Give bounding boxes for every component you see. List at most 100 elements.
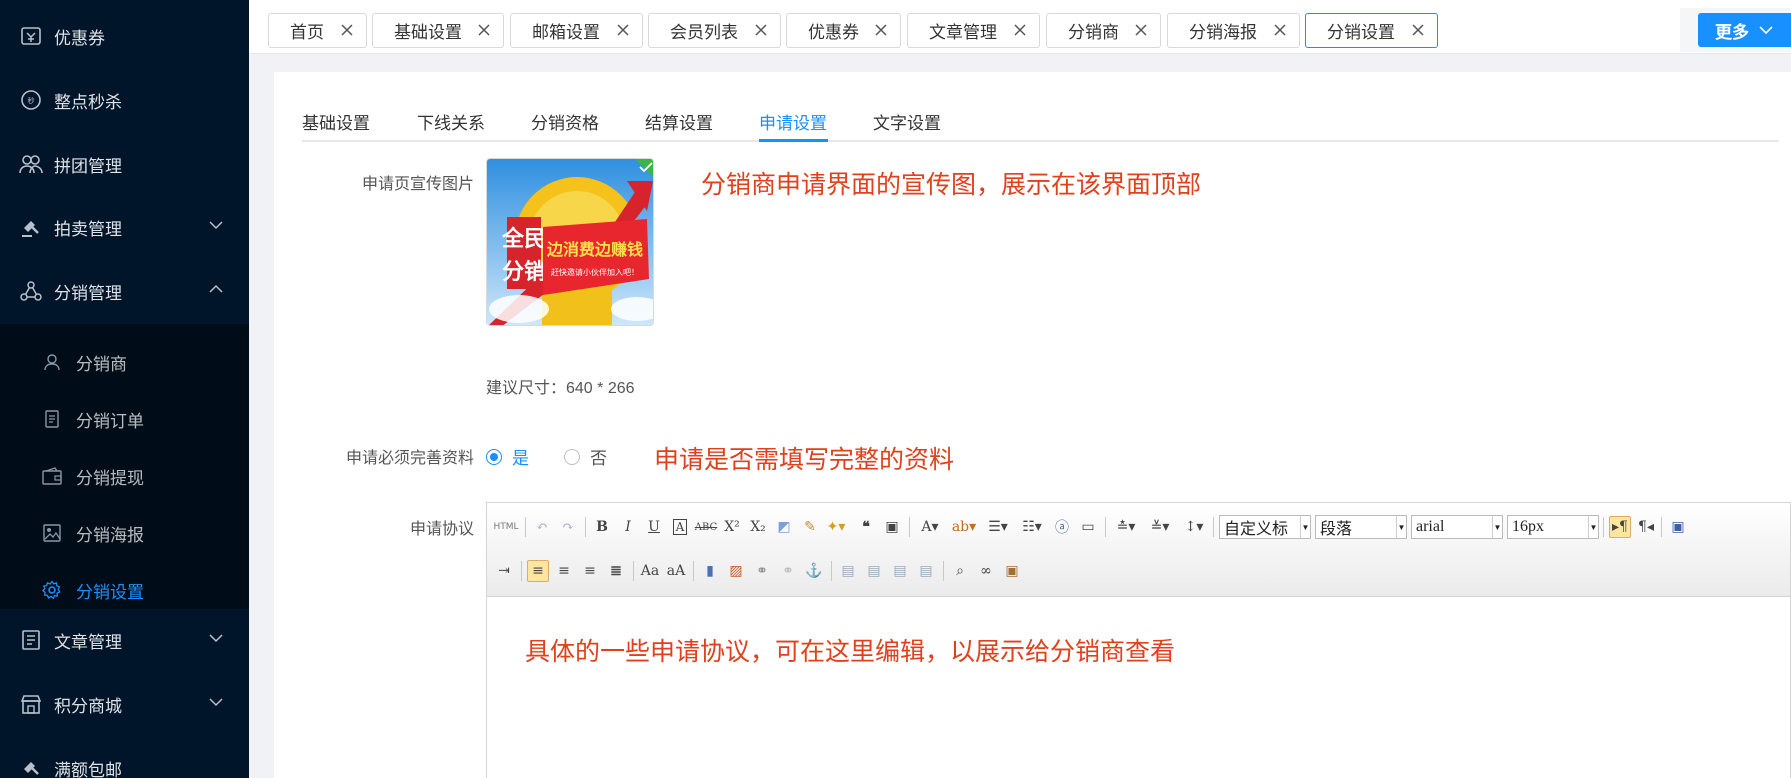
align-justify-icon[interactable]: ≣ <box>605 560 627 582</box>
tab-poster[interactable]: 分销海报 <box>1167 13 1300 48</box>
subtab-basic[interactable]: 基础设置 <box>302 109 370 134</box>
close-icon[interactable] <box>477 23 491 37</box>
ltr-direction-icon[interactable]: ▸¶ <box>1609 516 1631 538</box>
font-size-select[interactable]: 16px ▼ <box>1507 515 1599 539</box>
radio-yes[interactable]: 是 <box>486 444 529 469</box>
close-icon[interactable] <box>340 23 354 37</box>
sidebar-item-group-buy[interactable]: 拼团管理 <box>0 135 249 193</box>
video-icon[interactable]: ▮ <box>699 560 721 582</box>
bold-icon[interactable]: B <box>591 516 613 538</box>
close-icon[interactable] <box>1411 23 1425 37</box>
paragraph-select[interactable]: 段落 ▼ <box>1315 515 1407 539</box>
preview-icon[interactable]: ▣ <box>1667 516 1689 538</box>
close-icon[interactable] <box>1134 23 1148 37</box>
sidebar-item-article[interactable]: 文章管理 <box>0 611 249 669</box>
italic-icon[interactable]: I <box>617 516 639 538</box>
custom-style-select[interactable]: 自定义标 ▼ <box>1219 515 1311 539</box>
search-icon[interactable]: ⌕ <box>949 560 971 582</box>
font-size-value: 16px <box>1512 518 1544 535</box>
align-right-icon[interactable]: ≡ <box>579 560 601 582</box>
line-height-icon[interactable]: ↕▾ <box>1179 516 1209 538</box>
html-source-button[interactable]: HTML <box>493 516 519 538</box>
close-icon[interactable] <box>616 23 630 37</box>
sidebar-subitem-withdraw[interactable]: 分销提现 <box>0 448 249 504</box>
promo-image: 全民 分销 边消费边赚钱 赶快邀请小伙伴加入吧！ <box>487 159 653 325</box>
font-color-icon[interactable]: A▾ <box>915 516 945 538</box>
sidebar-item-points-mall[interactable]: 积分商城 <box>0 675 249 733</box>
radio-no-dot[interactable] <box>564 448 580 465</box>
tab-distribution-settings[interactable]: 分销设置 <box>1305 13 1438 48</box>
to-uppercase-icon[interactable]: Aa <box>639 560 661 582</box>
align-left-icon[interactable]: ≡ <box>527 560 549 582</box>
subtab-qualification[interactable]: 分销资格 <box>531 109 599 134</box>
image-icon[interactable]: ▨ <box>725 560 747 582</box>
rtl-direction-icon[interactable]: ¶◂ <box>1635 516 1657 538</box>
editor-content[interactable]: 具体的一些申请协议，可在这里编辑，以展示给分销商查看 <box>487 598 1790 778</box>
link-icon[interactable]: ⚭ <box>751 560 773 582</box>
tab-mail-settings[interactable]: 邮箱设置 <box>510 13 643 48</box>
close-icon[interactable] <box>874 23 888 37</box>
tab-article[interactable]: 文章管理 <box>907 13 1040 48</box>
format-brush-icon[interactable]: ✎ <box>799 516 821 538</box>
anchor-icon[interactable]: ⚓ <box>803 560 825 582</box>
tab-basic-settings[interactable]: 基础设置 <box>372 13 504 48</box>
paste-icon[interactable]: ▣ <box>1001 560 1023 582</box>
redo-icon[interactable]: ↷ <box>557 516 579 538</box>
row-spacing-bottom-icon[interactable]: ≚▾ <box>1145 516 1175 538</box>
subtab-settlement[interactable]: 结算设置 <box>645 109 713 134</box>
more-button[interactable]: 更多 <box>1698 13 1791 47</box>
strikethrough-icon[interactable]: ABC <box>695 516 717 538</box>
eraser-icon[interactable]: ◩ <box>773 516 795 538</box>
custom-style-value: 自定义标 <box>1224 521 1289 538</box>
size-hint: 建议尺寸：640 * 266 <box>486 380 635 397</box>
superscript-icon[interactable]: X² <box>721 516 743 538</box>
paste-plain-icon[interactable]: ▣ <box>881 516 903 538</box>
tab-home[interactable]: 首页 <box>268 13 367 48</box>
close-icon[interactable] <box>754 23 768 37</box>
subtab-application[interactable]: 申请设置 <box>759 109 827 134</box>
tab-coupon[interactable]: 优惠券 <box>786 13 901 48</box>
tab-distributors[interactable]: 分销商 <box>1046 13 1161 48</box>
blockquote-icon[interactable]: ❝ <box>855 516 877 538</box>
sidebar-item-distribution[interactable]: 分销管理 <box>0 262 249 320</box>
subtab-text[interactable]: 文字设置 <box>873 109 941 134</box>
clear-doc-icon[interactable]: ▭ <box>1077 516 1099 538</box>
sidebar-item-auction[interactable]: 拍卖管理 <box>0 198 249 256</box>
sidebar-subitem-orders[interactable]: 分销订单 <box>0 391 249 447</box>
chevron-down-icon <box>209 221 223 230</box>
image-left-icon[interactable]: ▤ <box>863 560 885 582</box>
tab-member-list[interactable]: 会员列表 <box>648 13 781 48</box>
rich-text-editor[interactable]: HTML ↶ ↷ B I U A ABC X² X₂ ◩ ✎ ✦▾ ❝ ▣ A▾… <box>486 502 1791 778</box>
to-lowercase-icon[interactable]: aA <box>665 560 687 582</box>
unlink-icon[interactable]: ⚭ <box>777 560 799 582</box>
auto-format-icon[interactable]: ✦▾ <box>825 516 847 538</box>
subscript-icon[interactable]: X₂ <box>747 516 769 538</box>
sidebar-subitem-distributors[interactable]: 分销商 <box>0 334 249 390</box>
row-spacing-top-icon[interactable]: ≛▾ <box>1111 516 1141 538</box>
close-icon[interactable] <box>1273 23 1287 37</box>
find-replace-icon[interactable]: ∞ <box>975 560 997 582</box>
select-all-icon[interactable]: ⓐ <box>1051 516 1073 538</box>
sidebar-item-coupon[interactable]: 优惠券 <box>0 7 249 65</box>
image-center-icon[interactable]: ▤ <box>915 560 937 582</box>
sidebar-item-flash-sale[interactable]: 秒 整点秒杀 <box>0 71 249 129</box>
close-icon[interactable] <box>1013 23 1027 37</box>
align-center-icon[interactable]: ≡ <box>553 560 575 582</box>
sidebar-item-free-shipping[interactable]: 满额包邮 <box>0 739 249 778</box>
ordered-list-icon[interactable]: ☰▾ <box>983 516 1013 538</box>
subtab-downline[interactable]: 下线关系 <box>417 109 485 134</box>
font-border-icon[interactable]: A <box>669 516 691 538</box>
sidebar-subitem-settings[interactable]: 分销设置 <box>0 562 249 618</box>
underline-icon[interactable]: U <box>643 516 665 538</box>
promo-image-upload[interactable]: 全民 分销 边消费边赚钱 赶快邀请小伙伴加入吧！ <box>486 158 654 326</box>
radio-no[interactable]: 否 <box>564 444 607 469</box>
radio-yes-dot[interactable] <box>486 448 502 465</box>
image-right-icon[interactable]: ▤ <box>889 560 911 582</box>
indent-icon[interactable]: ⇥ <box>493 560 515 582</box>
font-family-select[interactable]: arial ▼ <box>1411 515 1503 539</box>
highlight-icon[interactable]: ab▾ <box>949 516 979 538</box>
image-none-icon[interactable]: ▤ <box>837 560 859 582</box>
unordered-list-icon[interactable]: ☷▾ <box>1017 516 1047 538</box>
sidebar-subitem-poster[interactable]: 分销海报 <box>0 505 249 561</box>
undo-icon[interactable]: ↶ <box>531 516 553 538</box>
